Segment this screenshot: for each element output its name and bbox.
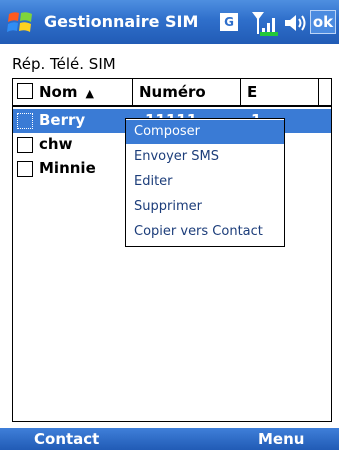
row-checkbox[interactable] — [17, 113, 33, 129]
title-bar: Gestionnaire SIM G ok — [0, 0, 339, 44]
menu-item-copier-vers-contact[interactable]: Copier vers Contact — [126, 220, 284, 244]
network-type-badge: G — [220, 13, 238, 31]
row-name: Berry — [39, 111, 86, 129]
ok-button[interactable]: ok — [310, 10, 336, 34]
column-header-name-label: Nom — [39, 83, 78, 101]
row-checkbox[interactable] — [17, 137, 33, 153]
menu-item-editer[interactable]: Editer — [126, 170, 284, 194]
list-header: Nom ▲ Numéro E — [13, 79, 331, 107]
row-checkbox[interactable] — [17, 161, 33, 177]
context-menu: Composer Envoyer SMS Editer Supprimer Co… — [125, 118, 285, 247]
section-label: Rép. Télé. SIM — [12, 55, 116, 73]
volume-icon[interactable] — [282, 10, 308, 36]
windows-start-icon[interactable] — [6, 8, 34, 36]
row-name: chw — [39, 135, 73, 153]
menu-item-envoyer-sms[interactable]: Envoyer SMS — [126, 145, 284, 169]
signal-icon[interactable] — [250, 8, 280, 38]
menu-item-composer[interactable]: Composer — [126, 120, 284, 144]
app-title: Gestionnaire SIM — [44, 12, 199, 31]
row-name: Minnie — [39, 159, 96, 177]
menu-item-supprimer[interactable]: Supprimer — [126, 195, 284, 219]
column-header-name[interactable]: Nom ▲ — [13, 79, 133, 105]
column-header-filler — [319, 79, 331, 105]
menu-softkey[interactable]: Menu — [258, 430, 304, 448]
column-header-e[interactable]: E — [241, 79, 319, 105]
column-header-number[interactable]: Numéro — [133, 79, 241, 105]
contact-softkey[interactable]: Contact — [34, 430, 99, 448]
sort-ascending-icon: ▲ — [85, 87, 94, 100]
softkey-bar: Contact Menu — [0, 428, 339, 450]
